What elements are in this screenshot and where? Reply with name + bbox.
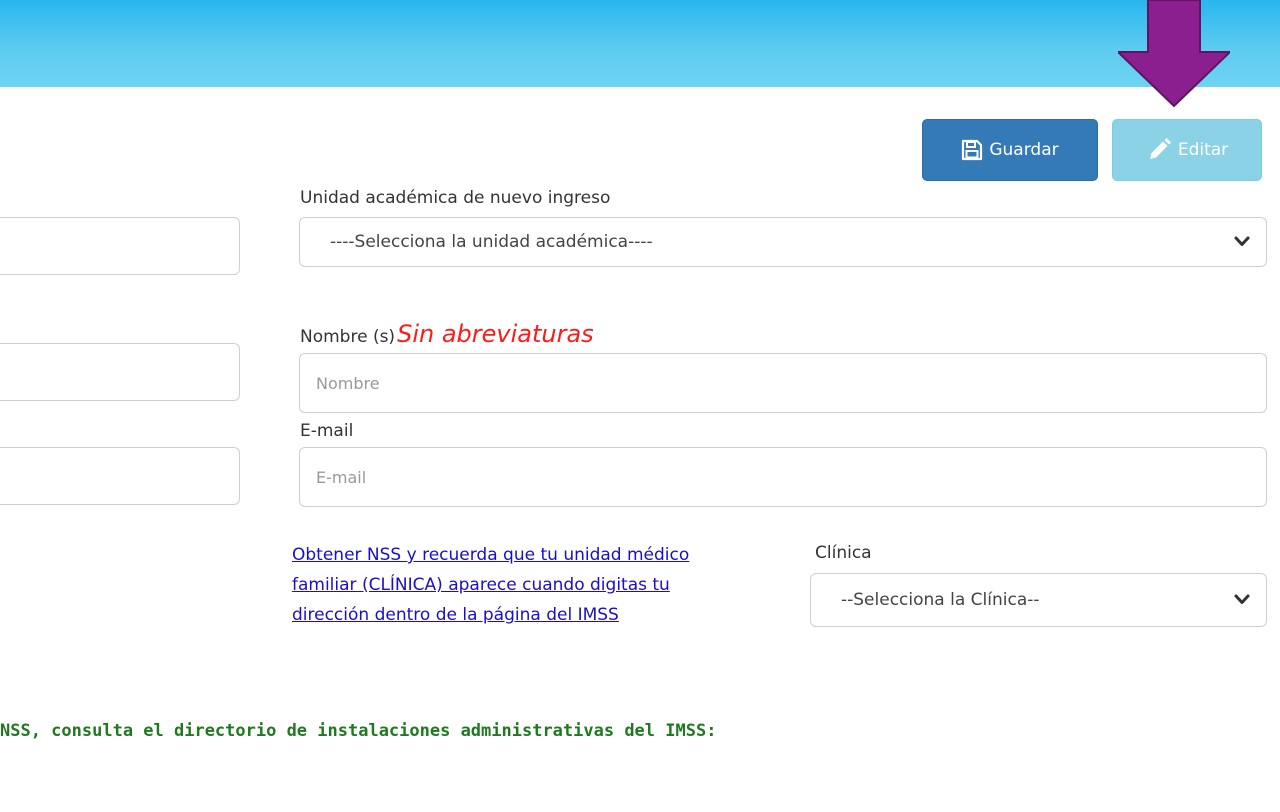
clinica-label: Clínica (815, 543, 872, 563)
nss-link[interactable]: Obtener NSS y recuerda que tu unidad méd… (292, 540, 722, 630)
left-input-row2[interactable] (0, 344, 239, 400)
email-field[interactable] (299, 447, 1267, 507)
left-input-row1[interactable] (0, 218, 239, 274)
nombre-field[interactable] (299, 353, 1267, 413)
nombre-label-text: Nombre (s) (300, 327, 396, 347)
left-field-row1[interactable] (0, 217, 240, 275)
left-input-row3[interactable] (0, 448, 239, 504)
clinica-select[interactable]: --Selecciona la Clínica-- (810, 573, 1267, 627)
unidad-academica-select[interactable]: ----Selecciona la unidad académica---- (299, 217, 1267, 267)
email-input[interactable] (300, 448, 1266, 506)
top-header-bar (0, 0, 1280, 87)
save-button-label: Guardar (989, 140, 1059, 160)
unidad-academica-selected: ----Selecciona la unidad académica---- (330, 232, 653, 252)
edit-button[interactable]: Editar (1112, 119, 1262, 181)
chevron-down-icon (1234, 236, 1250, 246)
email-label: E-mail (300, 421, 354, 441)
nombre-label: Nombre (s) Sin abreviaturas (300, 320, 594, 348)
pencil-icon (1146, 137, 1172, 163)
unidad-academica-label: Unidad académica de nuevo ingreso (300, 188, 611, 208)
left-field-row3[interactable] (0, 447, 240, 505)
chevron-down-icon (1234, 594, 1250, 604)
imss-directory-note: NSS, consulta el directorio de instalaci… (0, 721, 717, 741)
clinica-selected: --Selecciona la Clínica-- (841, 590, 1040, 610)
nombre-input[interactable] (300, 354, 1266, 412)
pointer-arrow-icon (1118, 0, 1230, 108)
edit-button-label: Editar (1177, 140, 1229, 160)
save-button[interactable]: Guardar (922, 119, 1098, 181)
floppy-disk-icon (961, 139, 983, 161)
left-field-row2[interactable] (0, 343, 240, 401)
nombre-hint: Sin abreviaturas (397, 320, 594, 348)
